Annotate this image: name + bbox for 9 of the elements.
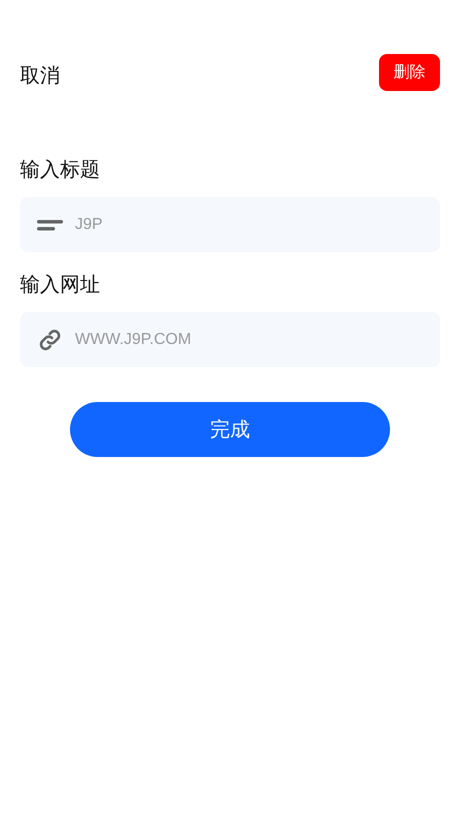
url-field[interactable]: WWW.J9P.COM — [20, 312, 440, 367]
link-icon — [38, 328, 62, 352]
done-button[interactable]: 完成 — [70, 402, 390, 457]
delete-button[interactable]: 删除 — [379, 54, 440, 91]
field-label: 输入标题 — [20, 156, 101, 183]
title-field[interactable]: J9P — [20, 197, 440, 252]
field-label: 输入网址 — [20, 271, 101, 298]
cancel-button[interactable]: 取消 — [20, 62, 60, 89]
lines-icon — [37, 218, 63, 232]
